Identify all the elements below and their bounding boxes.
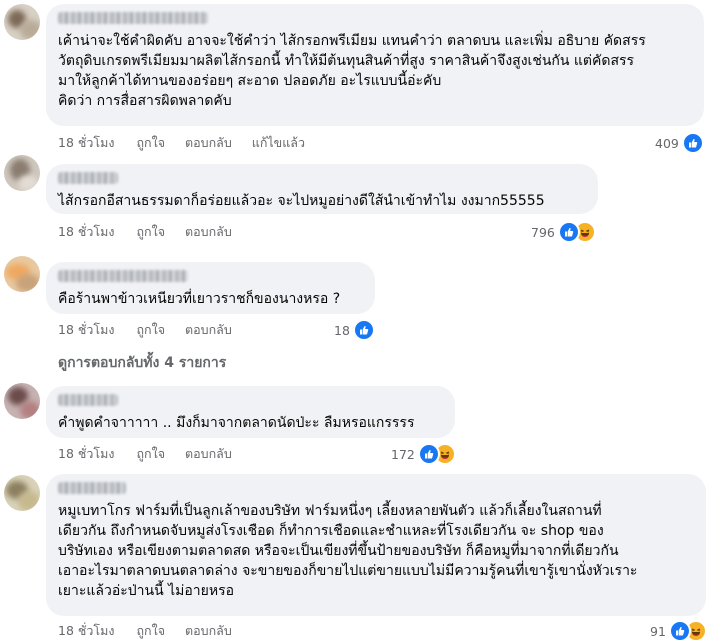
comment-text: เค้าน่าจะใช้คำผิดคับ อาจจะใช้คำว่า ไส้กร… [58, 33, 646, 109]
thumbs-up-icon [681, 132, 704, 154]
view-replies-link[interactable]: ดูการตอบกลับทั้ง 4 รายการ [58, 352, 226, 374]
comment-bubble: คำพูดคำจาาาาา .. มึงก็มาจากตลาดนัดป่ะะ ล… [46, 386, 455, 438]
thumbs-up-icon [557, 221, 580, 243]
comment-actions: 18 ชั่วโมง ถูกใจ ตอบกลับ แก้ไขแล้ว [58, 133, 325, 153]
timestamp[interactable]: 18 ชั่วโมง [58, 133, 114, 153]
comment-bubble: หมูเบทาโกร ฟาร์มที่เป็นลูกเล้าของบริษัท … [46, 474, 706, 616]
author-name[interactable] [58, 12, 208, 24]
author-name[interactable] [58, 482, 126, 494]
reaction-summary[interactable]: 172 [391, 443, 456, 465]
comment-bubble: เค้าน่าจะใช้คำผิดคับ อาจจะใช้คำว่า ไส้กร… [46, 4, 704, 126]
timestamp[interactable]: 18 ชั่วโมง [58, 222, 114, 242]
reply-button[interactable]: ตอบกลับ [185, 444, 232, 464]
avatar[interactable] [4, 256, 40, 292]
author-name[interactable] [58, 394, 118, 406]
reaction-count: 409 [655, 135, 679, 151]
like-button[interactable]: ถูกใจ [136, 621, 165, 641]
edited-label[interactable]: แก้ไขแล้ว [252, 133, 305, 153]
like-button[interactable]: ถูกใจ [136, 320, 165, 340]
thumbs-up-icon [417, 443, 440, 465]
comment-bubble: ไส้กรอกอีสานธรรมดาก็อร่อยแล้วอะ จะไปหมูอ… [46, 164, 598, 214]
comment-bubble: คือร้านพาข้าวเหนียวที่เยาวราชก็ของนางหรอ… [46, 262, 375, 314]
reaction-count: 18 [334, 322, 350, 338]
reaction-count: 91 [650, 623, 666, 639]
reaction-count: 796 [531, 224, 555, 240]
timestamp[interactable]: 18 ชั่วโมง [58, 320, 114, 340]
reply-button[interactable]: ตอบกลับ [185, 133, 232, 153]
reply-button[interactable]: ตอบกลับ [185, 222, 232, 242]
comment-actions: 18 ชั่วโมง ถูกใจ ตอบกลับ [58, 444, 252, 464]
reply-button[interactable]: ตอบกลับ [185, 621, 232, 641]
comment-text: คือร้านพาข้าวเหนียวที่เยาวราชก็ของนางหรอ… [58, 291, 341, 307]
timestamp[interactable]: 18 ชั่วโมง [58, 444, 114, 464]
reply-button[interactable]: ตอบกลับ [185, 320, 232, 340]
comment-text: หมูเบทาโกร ฟาร์มที่เป็นลูกเล้าของบริษัท … [58, 503, 638, 599]
reaction-summary[interactable]: 409 [655, 132, 704, 154]
reaction-summary[interactable]: 18 [334, 319, 375, 341]
avatar[interactable] [4, 155, 40, 191]
thumbs-up-icon [352, 319, 375, 341]
like-button[interactable]: ถูกใจ [136, 444, 165, 464]
comment-text: ไส้กรอกอีสานธรรมดาก็อร่อยแล้วอะ จะไปหมูอ… [58, 193, 545, 209]
comment-text: คำพูดคำจาาาาา .. มึงก็มาจากตลาดนัดป่ะะ ล… [58, 415, 415, 431]
author-name[interactable] [58, 270, 188, 282]
comment-actions: 18 ชั่วโมง ถูกใจ ตอบกลับ [58, 320, 252, 340]
avatar[interactable] [4, 4, 40, 40]
avatar[interactable] [4, 383, 40, 419]
timestamp[interactable]: 18 ชั่วโมง [58, 621, 114, 641]
comment-actions: 18 ชั่วโมง ถูกใจ ตอบกลับ [58, 621, 252, 641]
reaction-count: 172 [391, 446, 415, 462]
like-button[interactable]: ถูกใจ [136, 222, 165, 242]
author-name[interactable] [58, 172, 118, 184]
reaction-summary[interactable]: 91 [650, 620, 707, 642]
comment-actions: 18 ชั่วโมง ถูกใจ ตอบกลับ [58, 222, 252, 242]
like-button[interactable]: ถูกใจ [136, 133, 165, 153]
thumbs-up-icon [668, 620, 691, 642]
avatar[interactable] [4, 475, 40, 511]
reaction-summary[interactable]: 796 [531, 221, 596, 243]
